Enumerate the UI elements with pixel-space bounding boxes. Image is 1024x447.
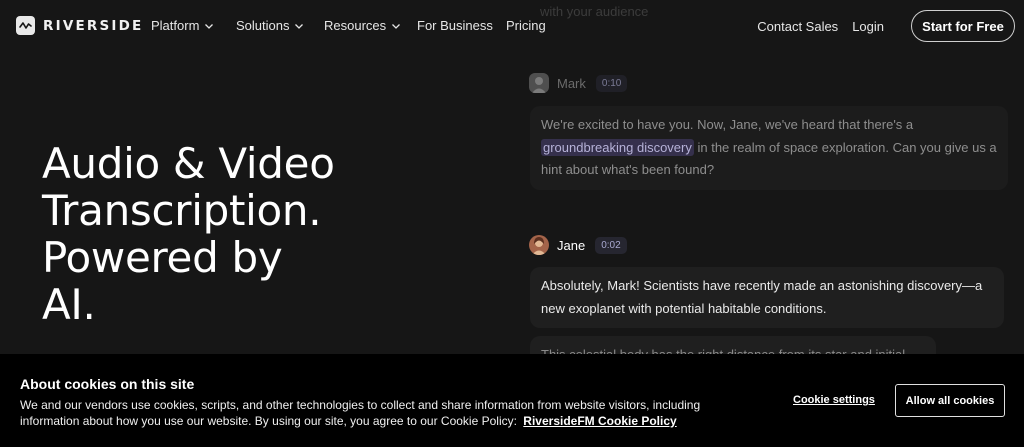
speaker-name: Jane bbox=[557, 237, 586, 253]
login-link[interactable]: Login bbox=[852, 19, 884, 34]
timestamp-badge: 0:10 bbox=[595, 74, 628, 92]
nav-item-pricing[interactable]: Pricing bbox=[506, 18, 546, 33]
nav-item-label: Platform bbox=[151, 18, 200, 33]
timestamp-badge: 0:02 bbox=[595, 236, 627, 254]
speaker-mark: Mark 0:10 bbox=[529, 73, 628, 93]
speaker-jane: Jane 0:02 bbox=[529, 235, 627, 255]
waveform-logo-icon bbox=[16, 16, 35, 35]
message-text: We're excited to have you. Now, Jane, we… bbox=[541, 117, 914, 132]
hero-title-line: Powered by bbox=[42, 233, 283, 282]
chevron-down-icon bbox=[392, 23, 401, 29]
cookie-policy-link[interactable]: RiversideFM Cookie Policy bbox=[523, 414, 676, 428]
avatar bbox=[529, 235, 549, 255]
speaker-name: Mark bbox=[557, 75, 586, 91]
cookie-banner: About cookies on this site We and our ve… bbox=[0, 354, 1024, 447]
contact-sales-link[interactable]: Contact Sales bbox=[757, 19, 838, 34]
nav-item-for-business[interactable]: For Business bbox=[417, 18, 506, 33]
hero-title-line: Transcription. bbox=[42, 186, 322, 235]
nav-item-resources[interactable]: Resources bbox=[324, 18, 417, 33]
riverside-logo[interactable]: RIVERSIDE bbox=[16, 16, 143, 35]
nav-item-platform[interactable]: Platform bbox=[151, 18, 236, 33]
nav-item-label: Solutions bbox=[236, 18, 290, 33]
cookie-settings-link[interactable]: Cookie settings bbox=[793, 394, 875, 406]
avatar bbox=[529, 73, 549, 93]
nav-links: Platform Solutions Resources For Busines… bbox=[151, 18, 546, 33]
brand-name: RIVERSIDE bbox=[43, 17, 144, 34]
chevron-down-icon bbox=[295, 23, 304, 29]
hero-title-line: Audio & Video bbox=[42, 139, 335, 188]
transcript-message: Absolutely, Mark! Scientists have recent… bbox=[530, 267, 1004, 328]
cookie-banner-title: About cookies on this site bbox=[20, 376, 195, 392]
top-navigation: RIVERSIDE Platform Solutions Resources F… bbox=[0, 0, 1024, 52]
allow-all-cookies-button[interactable]: Allow all cookies bbox=[895, 384, 1005, 417]
chevron-down-icon bbox=[205, 23, 214, 29]
nav-item-label: Resources bbox=[324, 18, 387, 33]
start-for-free-button[interactable]: Start for Free bbox=[911, 10, 1015, 42]
transcript-message: We're excited to have you. Now, Jane, we… bbox=[530, 106, 1008, 190]
highlighted-phrase[interactable]: groundbreaking discovery bbox=[541, 138, 694, 156]
nav-item-solutions[interactable]: Solutions bbox=[236, 18, 324, 33]
hero-title: Audio & Video Transcription. Powered by … bbox=[42, 140, 442, 328]
hero-title-line: AI. bbox=[42, 280, 96, 329]
cookie-banner-text: We and our vendors use cookies, scripts,… bbox=[20, 397, 760, 429]
nav-actions: Contact Sales Login Start for Free bbox=[757, 10, 1015, 42]
